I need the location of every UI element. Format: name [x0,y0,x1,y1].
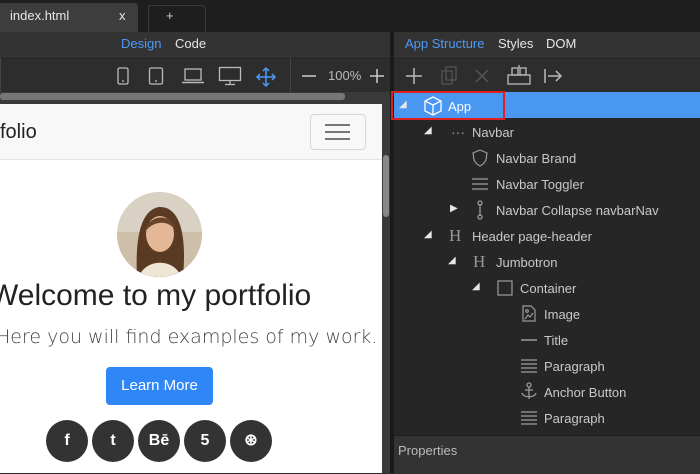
expand-toggle-icon[interactable]: ▶ [450,203,458,214]
tree-item-label: Header page-header [472,229,592,244]
tab-styles[interactable]: Styles [498,36,533,51]
move-icon[interactable] [255,66,277,88]
zoom-in-icon[interactable] [369,68,385,84]
tab-dom[interactable]: DOM [546,36,576,51]
code-mode-tab[interactable]: Code [175,36,206,51]
zoom-level: 100% [328,68,362,83]
collapse-icon [477,200,483,220]
dribbble-icon[interactable]: ⊛ [230,420,272,462]
tree-item-label: Paragraph [544,411,605,426]
expand-toggle-icon[interactable]: ◢ [448,255,456,266]
twitter-icon[interactable]: t [92,420,134,462]
tree-item-label: Jumbotron [496,255,558,270]
zoom-out-icon[interactable] [301,68,317,84]
image-icon [522,305,536,322]
expand-toggle-icon[interactable]: ◢ [399,99,407,110]
mobile-device-icon[interactable] [116,67,130,85]
toolbar-divider [0,58,1,92]
hamburger-line [325,124,350,126]
horizontal-scrollbar[interactable] [0,93,345,100]
vertical-scrollbar[interactable] [383,155,389,217]
move-to-end-icon[interactable] [543,67,563,85]
copy-icon[interactable] [440,66,458,86]
add-icon[interactable] [405,67,423,85]
tree-item-label: Navbar [472,125,514,140]
facebook-icon[interactable]: f [46,420,88,462]
design-mode-tab[interactable]: Design [121,36,161,51]
laptop-device-icon[interactable] [182,67,204,85]
expand-toggle-icon[interactable]: ◢ [424,229,432,240]
tree-item-label: Anchor Button [544,385,627,400]
toolbar-divider [290,58,291,92]
tree-item-label: Title [544,333,569,348]
line-icon [521,339,537,341]
menu-icon [472,178,488,190]
tablet-device-icon[interactable] [148,67,164,85]
cube-icon [424,96,442,116]
expand-toggle-icon[interactable]: ◢ [424,125,432,136]
components-icon[interactable] [507,65,531,85]
new-tab-button[interactable] [148,5,206,33]
paragraph-icon [521,359,537,373]
dots-icon: ··· [451,124,465,140]
hamburger-line [325,131,350,133]
square-icon [497,280,513,296]
preview-heading[interactable]: Welcome to my portfolio [0,279,311,313]
tree-item-label: Navbar Brand [496,151,577,166]
shield-icon [472,149,488,167]
tab-app-structure[interactable]: App Structure [405,36,485,51]
hamburger-line [325,138,350,140]
tab-label: index.html [10,8,70,23]
heading-icon: H [473,252,486,271]
preview-subtitle[interactable]: Here you will find examples of my work. [0,326,377,348]
behance-icon[interactable]: Bē [138,420,180,462]
tree-item-navbar[interactable] [394,118,700,144]
tree-item-label: Paragraph [544,359,605,374]
new-tab-label: + [166,8,174,23]
preview-brand[interactable]: folio [0,121,37,144]
anchor-icon [521,382,537,399]
learn-more-button[interactable]: Learn More [106,367,213,405]
desktop-device-icon[interactable] [218,66,242,86]
tree-item-label: App [448,99,472,114]
tree-item-label: Navbar Collapse navbarNav [496,203,659,218]
profile-photo-image [117,192,202,277]
profile-photo[interactable] [117,192,202,277]
delete-icon[interactable] [474,68,490,84]
html5-icon[interactable]: 5 [184,420,226,462]
tree-item-label: Navbar Toggler [496,177,584,192]
paragraph-icon [521,411,537,425]
properties-label: Properties [398,443,458,458]
tab-close-button[interactable]: x [119,8,126,23]
tree-item-label: Image [544,307,581,322]
tree-item-label: Container [520,281,577,296]
expand-toggle-icon[interactable]: ◢ [472,281,480,292]
preview-navbar-toggler[interactable] [310,114,366,150]
heading-icon: H [449,226,462,245]
